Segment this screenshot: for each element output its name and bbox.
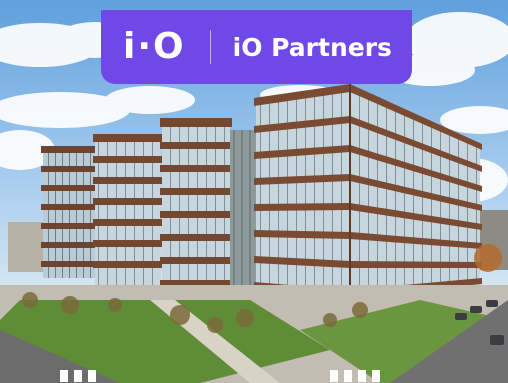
brand-banner: i·O iO Partners — [101, 10, 412, 84]
building-mid-left — [93, 134, 163, 286]
partner-name: iO Partners — [232, 32, 392, 62]
building-left — [41, 146, 97, 278]
banner-divider — [209, 30, 211, 64]
io-logo: i·O — [123, 26, 186, 67]
building-center — [160, 118, 232, 298]
promo-image: i·O iO Partners — [0, 0, 508, 383]
